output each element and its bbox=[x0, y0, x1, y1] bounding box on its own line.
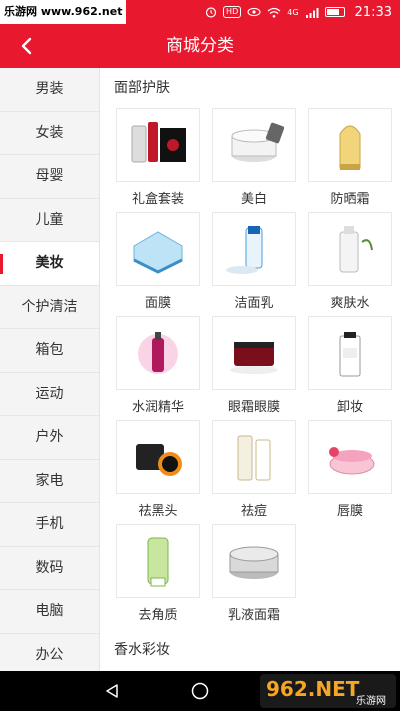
product-category-item[interactable]: 爽肤水 bbox=[302, 212, 398, 316]
sunscreen-icon bbox=[339, 125, 361, 170]
cleanser-icon bbox=[226, 226, 263, 274]
sidebar-item-0[interactable]: 男装 bbox=[0, 68, 99, 112]
sidebar-item-3[interactable]: 儿童 bbox=[0, 199, 99, 242]
page-title: 商城分类 bbox=[166, 36, 234, 56]
sidebar-item-2[interactable]: 母婴 bbox=[0, 155, 99, 199]
sidebar-item-7[interactable]: 运动 bbox=[0, 373, 99, 416]
sidebar-item-4[interactable]: 美妆 bbox=[0, 242, 99, 286]
sidebar-item-8[interactable]: 户外 bbox=[0, 416, 99, 460]
signal-icon bbox=[305, 7, 319, 18]
section-title-skincare: 面部护肤 bbox=[114, 80, 170, 96]
status-bar: 乐游网 www.962.net HD 4G 21:33 bbox=[0, 0, 400, 24]
sidebar-item-5[interactable]: 个护清洁 bbox=[0, 286, 99, 329]
sidebar-item-1[interactable]: 女装 bbox=[0, 112, 99, 155]
triangle-back-icon bbox=[106, 684, 118, 698]
product-category-label: 眼霜眼膜 bbox=[227, 400, 280, 415]
product-thumbnail[interactable] bbox=[116, 212, 200, 286]
nav-back-button[interactable] bbox=[92, 671, 132, 711]
sidebar-item-6[interactable]: 箱包 bbox=[0, 329, 99, 373]
eye-cream-icon bbox=[230, 342, 278, 374]
sidebar-item-11[interactable]: 数码 bbox=[0, 547, 99, 590]
essence-icon bbox=[138, 332, 178, 374]
lip-mask-icon bbox=[329, 447, 375, 475]
sidebar-item-13[interactable]: 办公 bbox=[0, 634, 99, 672]
section-title-fragrance: 香水彩妆 bbox=[114, 642, 170, 658]
product-thumbnail[interactable] bbox=[212, 108, 296, 182]
product-category-item[interactable]: 祛黑头 bbox=[110, 420, 206, 524]
category-content[interactable]: 面部护肤 礼盒套装 美白 防晒霜面膜 洁面乳 爽肤水水润精华 眼霜眼膜 卸妆祛黑头 祛痘 唇膜去… bbox=[100, 68, 400, 671]
circle-home-icon bbox=[191, 682, 209, 700]
product-thumbnail[interactable] bbox=[116, 420, 200, 494]
watermark-label: 乐游网 www.962.net bbox=[0, 0, 127, 24]
product-category-label: 水润精华 bbox=[131, 400, 184, 415]
product-thumbnail[interactable] bbox=[116, 316, 200, 390]
product-thumbnail[interactable] bbox=[212, 420, 296, 494]
product-category-label: 洁面乳 bbox=[234, 296, 274, 311]
product-category-label: 面膜 bbox=[144, 296, 171, 311]
product-category-label: 礼盒套装 bbox=[131, 192, 184, 207]
product-category-label: 祛痘 bbox=[240, 504, 267, 519]
product-category-label: 防晒霜 bbox=[330, 192, 370, 207]
lotion-cream-icon bbox=[229, 546, 279, 579]
product-category-label: 唇膜 bbox=[336, 504, 363, 519]
product-category-item[interactable]: 美白 bbox=[206, 108, 302, 212]
product-category-item[interactable]: 乳液面霜 bbox=[206, 524, 302, 628]
category-sidebar[interactable]: 男装 女装 母婴 儿童 美妆 个护清洁 箱包 运动 户外 家电 手机 数码 电脑 办公 bbox=[0, 68, 100, 671]
toner-icon bbox=[339, 226, 373, 273]
product-thumbnail[interactable] bbox=[308, 316, 392, 390]
product-category-item[interactable]: 唇膜 bbox=[302, 420, 398, 524]
product-category-item[interactable]: 眼霜眼膜 bbox=[206, 316, 302, 420]
product-thumbnail[interactable] bbox=[116, 524, 200, 598]
eye-icon bbox=[247, 7, 261, 17]
logo-subtext: 乐游网 bbox=[356, 694, 386, 707]
product-category-item[interactable]: 去角质 bbox=[110, 524, 206, 628]
system-nav-bar: 962.NET 乐游网 bbox=[0, 671, 400, 711]
whitening-cream-icon bbox=[231, 122, 285, 162]
product-thumbnail[interactable] bbox=[212, 316, 296, 390]
product-thumbnail[interactable] bbox=[308, 420, 392, 494]
product-thumbnail[interactable] bbox=[212, 524, 296, 598]
hd-badge: HD bbox=[223, 6, 242, 18]
nav-home-button[interactable] bbox=[180, 671, 220, 711]
product-category-item[interactable]: 卸妆 bbox=[302, 316, 398, 420]
product-thumbnail[interactable] bbox=[116, 108, 200, 182]
product-category-label: 爽肤水 bbox=[330, 296, 370, 311]
face-mask-icon bbox=[133, 231, 183, 274]
product-thumbnail[interactable] bbox=[308, 212, 392, 286]
status-icons: HD 4G 21:33 bbox=[205, 0, 392, 24]
product-category-item[interactable]: 水润精华 bbox=[110, 316, 206, 420]
blackhead-remover-icon bbox=[136, 444, 182, 476]
logo-text: 962.NET bbox=[266, 677, 360, 701]
sidebar-item-12[interactable]: 电脑 bbox=[0, 590, 99, 634]
gift-set-icon bbox=[131, 122, 186, 163]
product-category-item[interactable]: 洁面乳 bbox=[206, 212, 302, 316]
product-category-item[interactable]: 防晒霜 bbox=[302, 108, 398, 212]
wifi-icon bbox=[267, 7, 281, 18]
product-category-label: 去角质 bbox=[138, 608, 178, 623]
product-category-item[interactable]: 面膜 bbox=[110, 212, 206, 316]
product-category-label: 美白 bbox=[240, 192, 267, 207]
product-category-item[interactable]: 礼盒套装 bbox=[110, 108, 206, 212]
alarm-icon bbox=[205, 7, 217, 18]
product-category-item[interactable]: 祛痘 bbox=[206, 420, 302, 524]
acne-treatment-icon bbox=[237, 435, 271, 481]
clock-time: 21:33 bbox=[354, 4, 392, 20]
makeup-remover-icon bbox=[339, 332, 361, 377]
exfoliator-icon bbox=[147, 537, 169, 587]
962-net-logo: 962.NET 乐游网 bbox=[260, 674, 396, 708]
app-header: 商城分类 bbox=[0, 24, 400, 68]
product-grid: 礼盒套装 美白 防晒霜面膜 洁面乳 爽肤水水润精华 眼霜眼膜 卸妆祛黑头 祛痘 唇膜去角质 乳液面… bbox=[100, 108, 400, 628]
product-category-label: 乳液面霜 bbox=[227, 608, 280, 623]
battery-icon bbox=[324, 7, 345, 17]
sidebar-item-9[interactable]: 家电 bbox=[0, 460, 99, 503]
network-type-label: 4G bbox=[287, 7, 299, 17]
product-category-label: 祛黑头 bbox=[138, 504, 178, 519]
product-thumbnail[interactable] bbox=[308, 108, 392, 182]
product-thumbnail[interactable] bbox=[212, 212, 296, 286]
product-category-label: 卸妆 bbox=[336, 400, 363, 415]
sidebar-item-10[interactable]: 手机 bbox=[0, 503, 99, 547]
